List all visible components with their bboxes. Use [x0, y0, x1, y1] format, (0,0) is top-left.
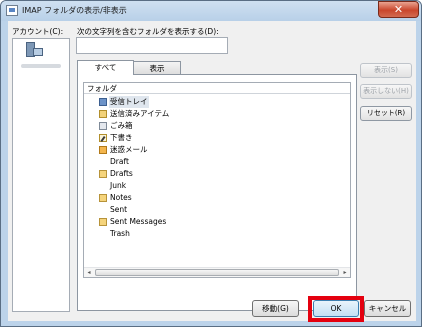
- dialog-window: IMAP フォルダの表示/非表示 ✕ アカウント(C): 次の文字列を含むフォル…: [0, 0, 422, 327]
- filter-input[interactable]: [76, 37, 228, 54]
- account-name-blurred[interactable]: [21, 64, 61, 68]
- folder-label: 受信トレイ: [109, 96, 149, 108]
- account-server-icon[interactable]: [26, 42, 43, 59]
- dialog-body: アカウント(C): 次の文字列を含むフォルダを表示する(D): すべて 表示 フ…: [8, 21, 416, 322]
- list-item-trash[interactable]: Trash: [84, 228, 350, 240]
- list-item-trash-jp[interactable]: ごみ箱: [84, 120, 350, 132]
- list-item-sent-items[interactable]: 送信済みアイテム: [84, 108, 350, 120]
- folder-label: 下書き: [110, 133, 133, 142]
- folder-label: Trash: [110, 229, 130, 238]
- list-item-junk-jp[interactable]: 迷惑メール: [84, 144, 350, 156]
- junk-icon: [99, 146, 107, 154]
- list-item-notes[interactable]: Notes: [84, 192, 350, 204]
- folder-list[interactable]: フォルダ 受信トレイ 送信済みアイテム ごみ箱 下書き 迷惑メール Draft …: [83, 82, 351, 278]
- inbox-icon: [99, 98, 107, 106]
- folder-label: ごみ箱: [110, 121, 133, 130]
- list-item-junk[interactable]: Junk: [84, 180, 350, 192]
- folder-label: 迷惑メール: [110, 145, 148, 154]
- filter-label: 次の文字列を含むフォルダを表示する(D):: [77, 27, 219, 36]
- scroll-right-arrow-icon[interactable]: ▸: [341, 269, 349, 277]
- title-bar: IMAP フォルダの表示/非表示 ✕: [1, 1, 421, 21]
- move-button[interactable]: 移動(G): [252, 300, 299, 317]
- hide-button[interactable]: 表示しない(H): [360, 84, 412, 99]
- list-item-drafts[interactable]: Drafts: [84, 168, 350, 180]
- folder-label: Drafts: [110, 169, 133, 178]
- trash-icon: [99, 122, 107, 130]
- folder-icon: [99, 194, 107, 202]
- close-button[interactable]: ✕: [378, 1, 419, 18]
- folder-label: Notes: [110, 193, 132, 202]
- scrollbar-thumb[interactable]: [95, 269, 339, 276]
- drafts-icon: [99, 134, 107, 142]
- list-item-inbox[interactable]: 受信トレイ: [84, 96, 350, 108]
- folder-label: Sent: [110, 205, 128, 214]
- list-item-draft[interactable]: Draft: [84, 156, 350, 168]
- sent-items-icon: [99, 110, 107, 118]
- horizontal-scrollbar[interactable]: ◂ ▸: [84, 267, 350, 277]
- show-button[interactable]: 表示(S): [360, 63, 412, 78]
- folder-label: 送信済みアイテム: [110, 109, 170, 118]
- folder-column-header: フォルダ: [84, 83, 350, 94]
- folder-label: Sent Messages: [110, 217, 167, 226]
- tab-all[interactable]: すべて: [77, 60, 134, 75]
- ok-button[interactable]: OK: [313, 300, 359, 317]
- account-list[interactable]: [12, 38, 70, 312]
- list-item-sent[interactable]: Sent: [84, 204, 350, 216]
- cancel-button[interactable]: キャンセル: [364, 300, 411, 317]
- window-title: IMAP フォルダの表示/非表示: [22, 6, 127, 15]
- tab-shown[interactable]: 表示: [133, 61, 181, 75]
- list-item-sent-messages[interactable]: Sent Messages: [84, 216, 350, 228]
- folder-label: Junk: [110, 181, 127, 190]
- folder-label: Draft: [110, 157, 129, 166]
- reset-button[interactable]: リセット(R): [360, 106, 412, 121]
- imap-folder-icon: [6, 5, 18, 16]
- scroll-left-arrow-icon[interactable]: ◂: [85, 269, 93, 277]
- list-item-drafts-jp[interactable]: 下書き: [84, 132, 350, 144]
- folder-icon: [99, 218, 107, 226]
- account-label: アカウント(C):: [12, 27, 64, 36]
- tab-panel: フォルダ 受信トレイ 送信済みアイテム ごみ箱 下書き 迷惑メール Draft …: [77, 74, 357, 311]
- folder-icon: [99, 170, 107, 178]
